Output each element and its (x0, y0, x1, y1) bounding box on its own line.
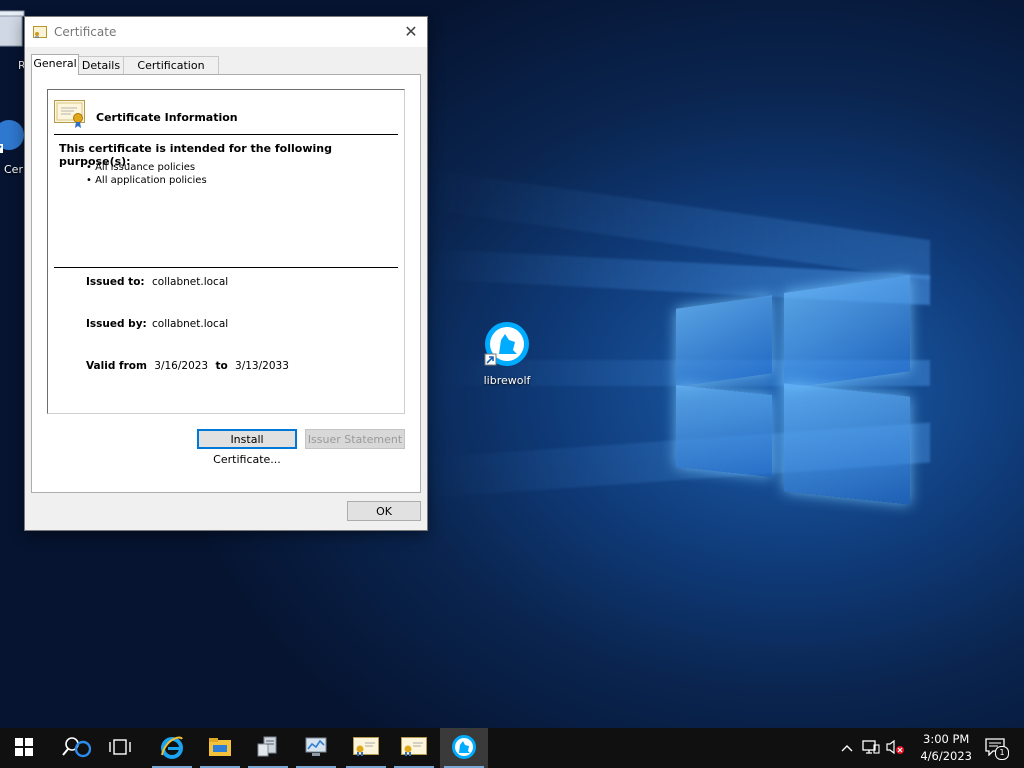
certificate-info-header: Certificate Information (96, 111, 238, 124)
valid-from-value: 3/16/2023 (154, 360, 209, 372)
certificate-icon (353, 736, 379, 760)
divider (54, 267, 398, 268)
taskbar-app-librewolf[interactable] (440, 728, 488, 768)
issued-to-row: Issued to: collabnet.local (86, 276, 228, 288)
tab-certification-path[interactable]: Certification Path (123, 56, 219, 89)
action-center-button[interactable]: 1 (980, 728, 1012, 768)
file-explorer-icon (208, 737, 232, 760)
taskbar-app-server-manager[interactable] (244, 728, 292, 768)
certificate-icon (401, 736, 427, 760)
network-tray-button[interactable] (860, 728, 882, 768)
certificate-large-icon (54, 100, 88, 131)
taskbar: 3:00 PM 4/6/2023 1 (0, 728, 1024, 768)
search-icon (61, 735, 92, 762)
network-icon (862, 739, 880, 758)
show-hidden-icons-button[interactable] (838, 728, 856, 768)
taskbar-app-certificate-1[interactable] (342, 728, 390, 768)
valid-to-label: to (215, 360, 228, 372)
chevron-up-icon (841, 742, 853, 755)
network-monitor-icon (304, 736, 328, 761)
desktop-icon-label: Cer (4, 163, 23, 176)
taskbar-app-internet-explorer[interactable] (148, 728, 196, 768)
valid-from-label: Valid from (86, 360, 147, 372)
issued-to-label: Issued to: (86, 276, 145, 288)
windows-logo (676, 270, 912, 506)
close-button[interactable]: ✕ (395, 17, 427, 47)
issuer-statement-button[interactable]: Issuer Statement (305, 429, 405, 449)
librewolf-icon (470, 320, 544, 371)
system-clock[interactable]: 3:00 PM 4/6/2023 (920, 731, 972, 765)
tab-general[interactable]: General (31, 54, 79, 75)
taskbar-app-file-explorer[interactable] (196, 728, 244, 768)
dialog-titlebar[interactable]: Certificate ✕ (25, 17, 427, 47)
validity-row: Valid from 3/16/2023 to 3/13/2033 (86, 360, 289, 372)
purpose-item: • All application policies (86, 175, 207, 186)
certificate-info-box: Certificate Information This certificate… (47, 89, 405, 414)
internet-explorer-icon (160, 735, 184, 762)
search-button[interactable] (52, 728, 100, 768)
tab-details[interactable]: Details (78, 56, 124, 74)
install-certificate-button[interactable]: Install Certificate... (197, 429, 297, 466)
volume-tray-button[interactable] (884, 728, 906, 768)
clock-date: 4/6/2023 (920, 749, 972, 763)
issued-by-label: Issued by: (86, 318, 147, 330)
notification-icon: 1 (985, 738, 1009, 760)
dialog-title: Certificate (54, 25, 117, 39)
divider (54, 134, 398, 135)
taskbar-app-certificate-2[interactable] (390, 728, 438, 768)
purpose-list: • All issuance policies • All applicatio… (86, 161, 207, 187)
volume-muted-icon (885, 739, 905, 758)
start-icon (15, 737, 33, 759)
certificate-icon (33, 26, 47, 41)
certificate-dialog: Certificate ✕ General Details Certificat… (24, 16, 428, 531)
desktop-icon-label: librewolf (483, 374, 531, 387)
general-tab-panel: Certificate Information This certificate… (31, 74, 421, 493)
ok-button[interactable]: OK (347, 501, 421, 521)
task-view-button[interactable] (96, 728, 144, 768)
valid-to-value: 3/13/2033 (235, 360, 289, 372)
librewolf-desktop-icon[interactable]: librewolf (470, 320, 544, 387)
issued-by-value: collabnet.local (152, 318, 229, 330)
clock-time: 3:00 PM (923, 732, 970, 746)
notification-count-badge: 1 (995, 746, 1009, 760)
start-button[interactable] (0, 728, 48, 768)
issued-by-row: Issued by: collabnet.local (86, 318, 228, 330)
taskbar-app-network-monitor[interactable] (292, 728, 340, 768)
server-manager-icon (256, 736, 280, 761)
issued-to-value: collabnet.local (152, 276, 229, 288)
purpose-item: • All issuance policies (86, 162, 196, 173)
task-view-icon (109, 738, 131, 758)
librewolf-icon (451, 734, 477, 763)
